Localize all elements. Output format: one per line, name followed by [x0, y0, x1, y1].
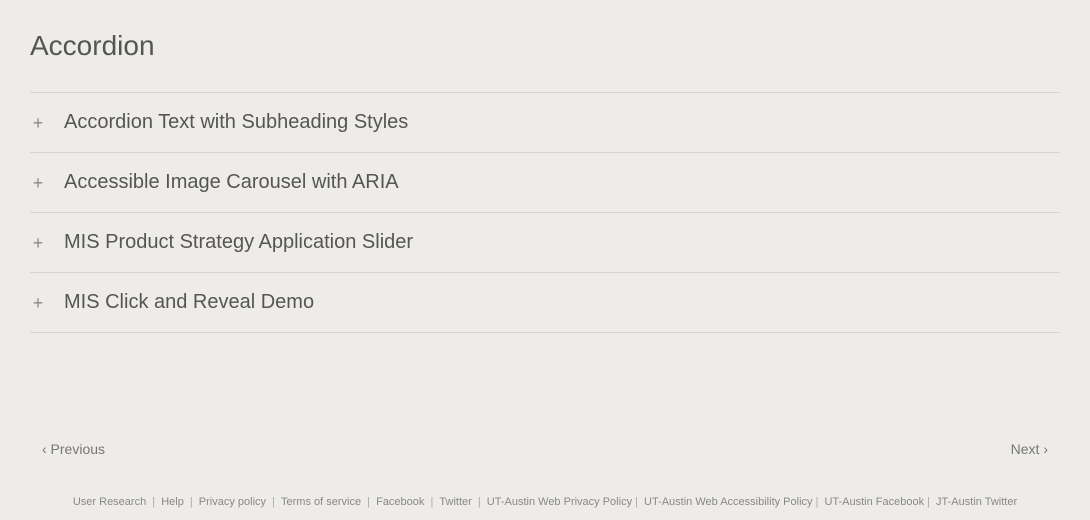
accordion-plus-icon-2: + — [30, 174, 46, 192]
footer-link-help[interactable]: Help — [161, 496, 184, 508]
main-content: Accordion + Accordion Text with Subheadi… — [0, 0, 1090, 413]
footer-link-twitter[interactable]: Twitter — [439, 496, 471, 508]
footer: User Research | Help | Privacy policy | … — [0, 484, 1090, 520]
footer-link-terms[interactable]: Terms of service — [281, 496, 361, 508]
footer-link-ut-facebook[interactable]: UT-Austin Facebook — [824, 496, 924, 508]
accordion-list: + Accordion Text with Subheading Styles … — [30, 92, 1060, 333]
accordion-label-4: MIS Click and Reveal Demo — [64, 291, 314, 314]
accordion-item-3[interactable]: + MIS Product Strategy Application Slide… — [30, 213, 1060, 273]
accordion-plus-icon-3: + — [30, 234, 46, 252]
next-button[interactable]: Next › — [999, 433, 1060, 465]
accordion-plus-icon-1: + — [30, 114, 46, 132]
footer-link-jt-twitter[interactable]: JT-Austin Twitter — [936, 496, 1017, 508]
page-title: Accordion — [30, 30, 1060, 62]
accordion-plus-icon-4: + — [30, 294, 46, 312]
accordion-label-2: Accessible Image Carousel with ARIA — [64, 171, 399, 194]
footer-link-ut-web-privacy[interactable]: UT-Austin Web Privacy Policy — [487, 496, 632, 508]
accordion-label-3: MIS Product Strategy Application Slider — [64, 231, 413, 254]
footer-link-user-research[interactable]: User Research — [73, 496, 146, 508]
accordion-item-2[interactable]: + Accessible Image Carousel with ARIA — [30, 153, 1060, 213]
accordion-item-4[interactable]: + MIS Click and Reveal Demo — [30, 273, 1060, 333]
previous-button[interactable]: ‹ Previous — [30, 433, 117, 465]
footer-link-ut-accessibility[interactable]: UT-Austin Web Accessibility Policy — [644, 496, 813, 508]
footer-link-facebook[interactable]: Facebook — [376, 496, 424, 508]
pagination: ‹ Previous Next › — [0, 433, 1090, 465]
accordion-label-1: Accordion Text with Subheading Styles — [64, 111, 408, 134]
footer-link-privacy-policy[interactable]: Privacy policy — [199, 496, 266, 508]
accordion-item-1[interactable]: + Accordion Text with Subheading Styles — [30, 92, 1060, 153]
